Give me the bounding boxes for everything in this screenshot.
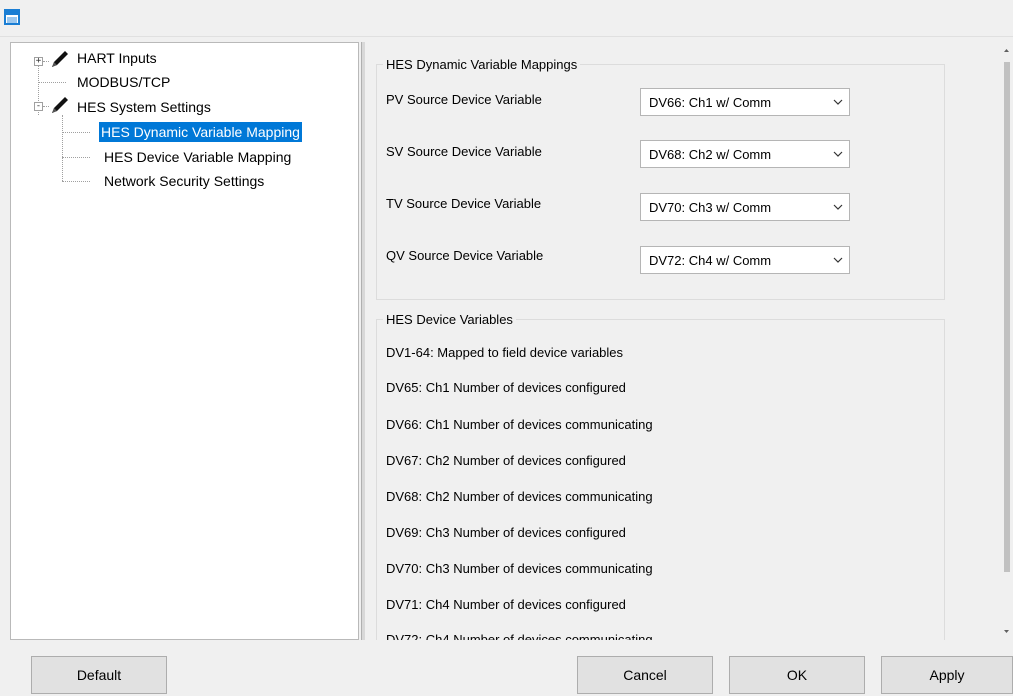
vertical-scrollbar[interactable]	[1000, 42, 1013, 640]
tree-item-hes-dynamic-variable-mapping[interactable]: HES Dynamic Variable Mapping	[99, 122, 302, 142]
pv-source-label: PV Source Device Variable	[386, 92, 542, 107]
device-variable-line: DV70: Ch3 Number of devices communicatin…	[386, 561, 653, 576]
pencil-icon	[52, 51, 68, 67]
device-variable-line: DV65: Ch1 Number of devices configured	[386, 380, 626, 395]
cancel-button[interactable]: Cancel	[577, 656, 713, 694]
tv-source-select[interactable]: DV70: Ch3 w/ Comm	[640, 193, 850, 221]
tree-connector	[62, 115, 63, 181]
device-variable-line: DV72: Ch4 Number of devices communicatin…	[386, 632, 653, 640]
pencil-icon	[52, 97, 68, 113]
sv-source-value: DV68: Ch2 w/ Comm	[649, 147, 772, 162]
navigation-tree[interactable]: + HART Inputs MODBUS/TCP - HES System Se…	[10, 42, 359, 640]
qv-source-value: DV72: Ch4 w/ Comm	[649, 253, 772, 268]
tree-item-network-security-settings[interactable]: Network Security Settings	[102, 171, 266, 191]
top-bar	[0, 0, 1013, 37]
settings-window: + HART Inputs MODBUS/TCP - HES System Se…	[0, 0, 1013, 696]
device-variables-group	[376, 319, 945, 640]
device-variables-group-title: HES Device Variables	[383, 312, 516, 328]
chevron-down-icon	[833, 257, 843, 263]
chevron-down-icon	[833, 99, 843, 105]
default-button[interactable]: Default	[31, 656, 167, 694]
window-icon	[4, 9, 20, 25]
tv-source-label: TV Source Device Variable	[386, 196, 542, 211]
device-variable-line: DV71: Ch4 Number of devices configured	[386, 597, 626, 612]
expand-toggle[interactable]: +	[34, 57, 43, 66]
qv-source-select[interactable]: DV72: Ch4 w/ Comm	[640, 246, 850, 274]
device-variable-line: DV68: Ch2 Number of devices communicatin…	[386, 489, 653, 504]
tv-source-value: DV70: Ch3 w/ Comm	[649, 200, 772, 215]
chevron-down-icon	[833, 204, 843, 210]
pv-source-select[interactable]: DV66: Ch1 w/ Comm	[640, 88, 850, 116]
collapse-toggle[interactable]: -	[34, 102, 43, 111]
device-variable-line: DV67: Ch2 Number of devices configured	[386, 453, 626, 468]
scroll-up-arrow-icon[interactable]	[1001, 44, 1012, 58]
tree-connector	[43, 61, 49, 62]
sv-source-label: SV Source Device Variable	[386, 144, 542, 159]
settings-panel: HES Dynamic Variable Mappings PV Source …	[365, 42, 999, 640]
apply-button[interactable]: Apply	[881, 656, 1013, 694]
ok-button[interactable]: OK	[729, 656, 865, 694]
tree-item-hes-system-settings[interactable]: HES System Settings	[75, 97, 213, 117]
tree-connector	[62, 181, 90, 182]
tree-connector	[43, 106, 49, 107]
tree-item-hes-device-variable-mapping[interactable]: HES Device Variable Mapping	[102, 147, 293, 167]
qv-source-label: QV Source Device Variable	[386, 248, 544, 263]
scrollbar-thumb[interactable]	[1004, 62, 1010, 572]
mappings-group-title: HES Dynamic Variable Mappings	[383, 57, 581, 73]
device-variable-line: DV66: Ch1 Number of devices communicatin…	[386, 417, 653, 432]
pv-source-value: DV66: Ch1 w/ Comm	[649, 95, 772, 110]
tree-item-hart-inputs[interactable]: HART Inputs	[75, 48, 159, 68]
sv-source-select[interactable]: DV68: Ch2 w/ Comm	[640, 140, 850, 168]
device-variable-line: DV1-64: Mapped to field device variables	[386, 345, 624, 360]
scroll-down-arrow-icon[interactable]	[1001, 624, 1012, 638]
tree-connector	[38, 82, 66, 83]
tree-connector	[62, 157, 90, 158]
tree-connector	[62, 132, 90, 133]
tree-item-modbus-tcp[interactable]: MODBUS/TCP	[75, 72, 172, 92]
chevron-down-icon	[833, 151, 843, 157]
device-variable-line: DV69: Ch3 Number of devices configured	[386, 525, 626, 540]
